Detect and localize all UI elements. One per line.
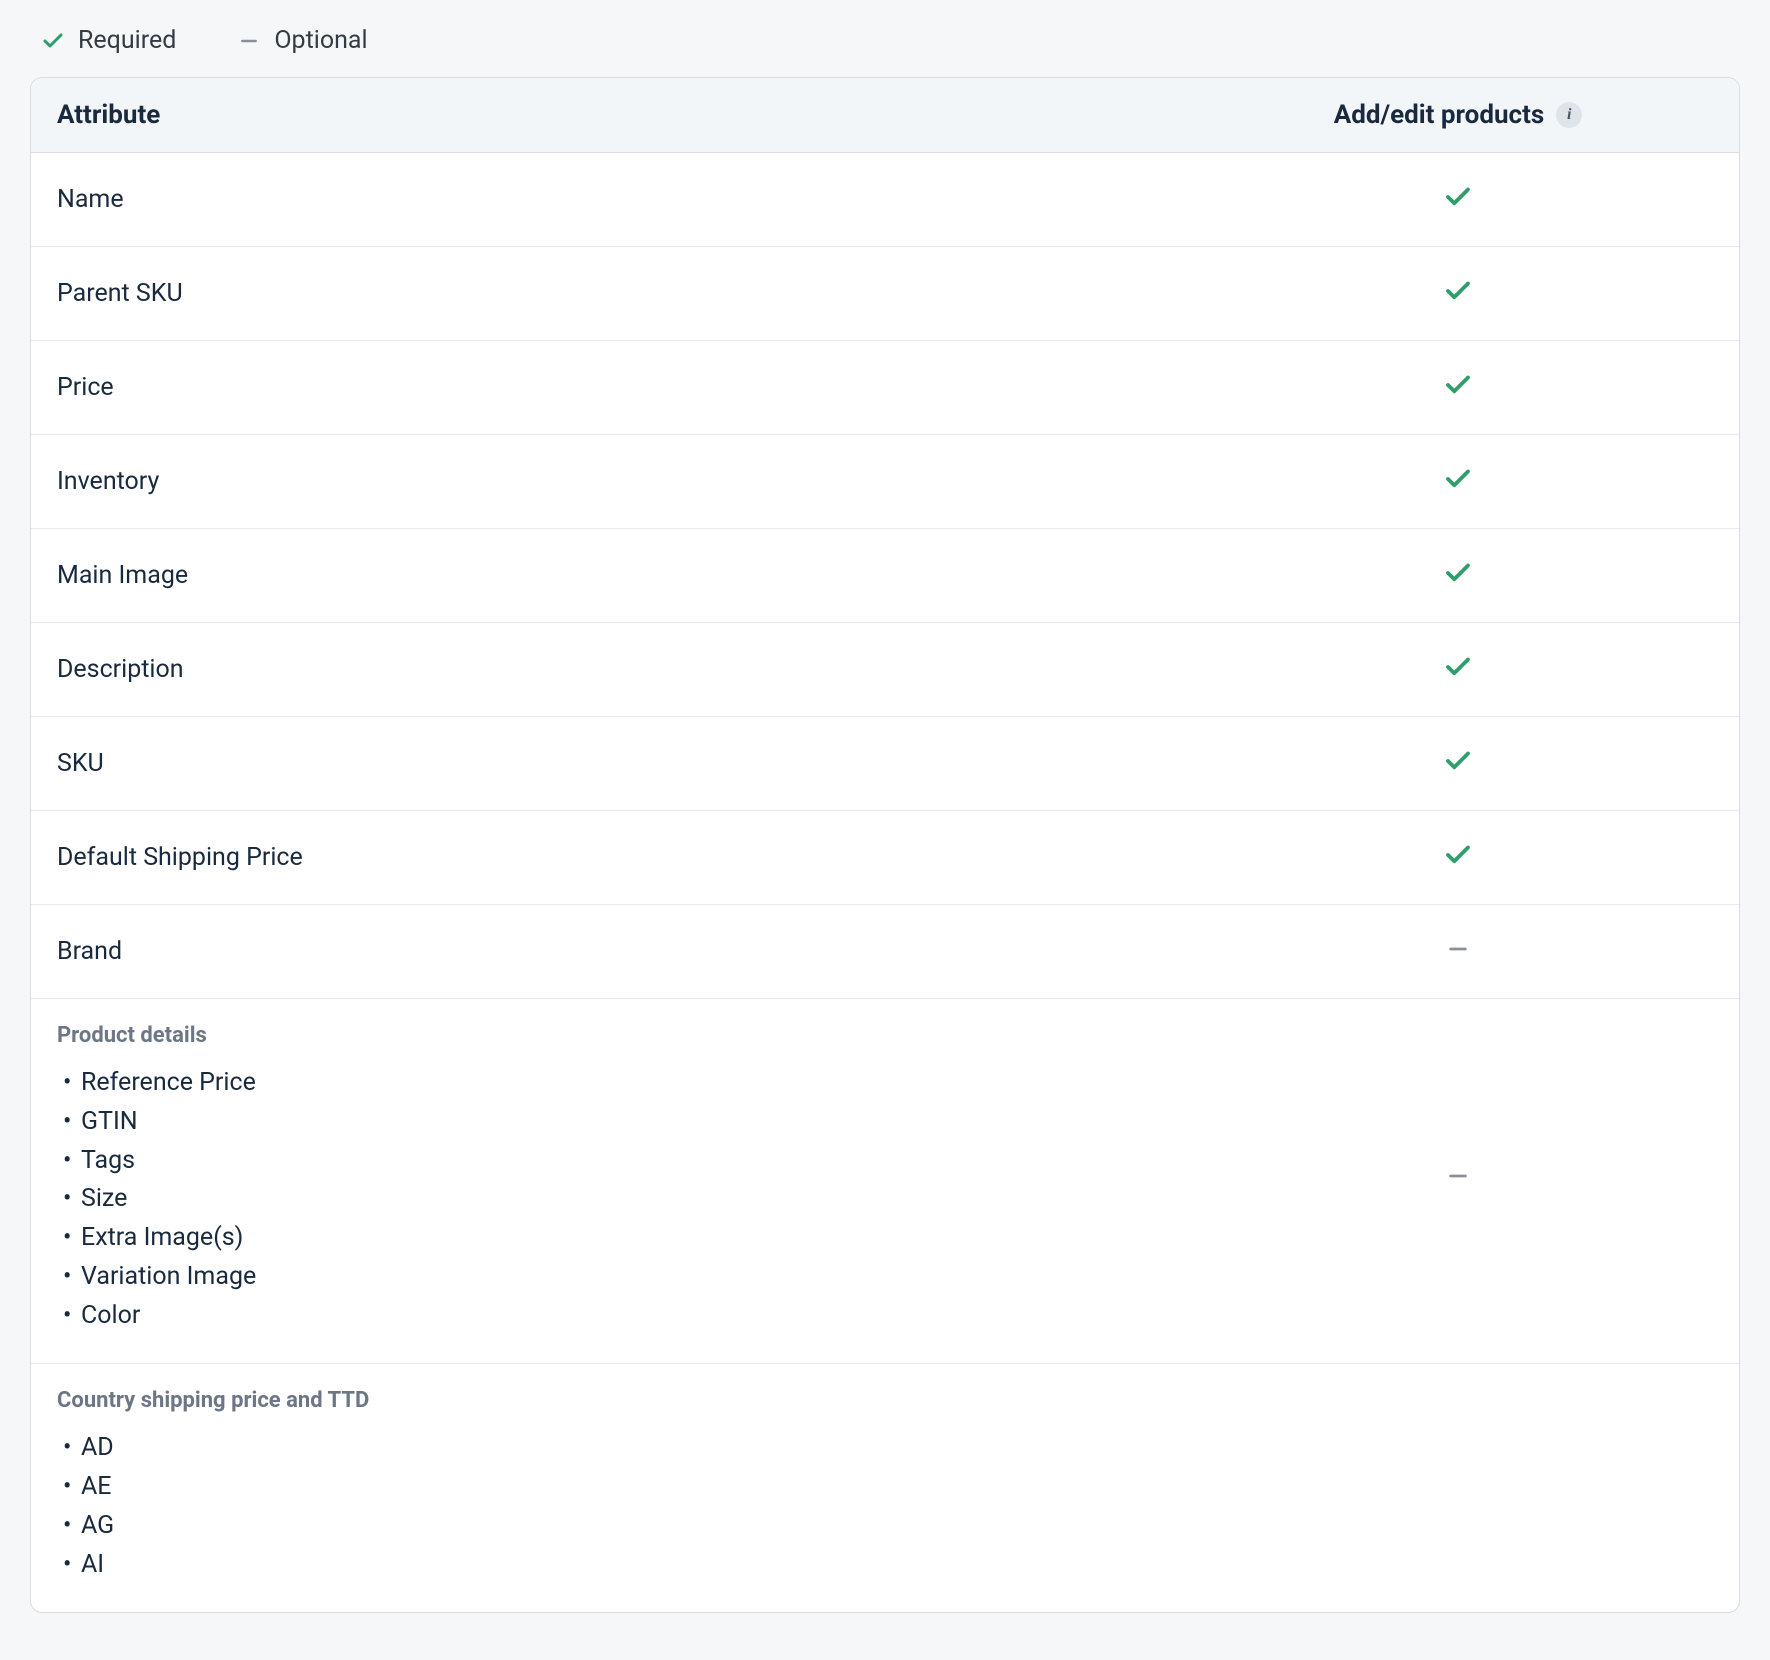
status-cell: [1203, 370, 1713, 406]
status-cell: [1203, 746, 1713, 782]
attribute-label: Parent SKU: [57, 279, 1203, 308]
check-icon: [1443, 464, 1473, 500]
legend-required: Required: [40, 26, 176, 55]
table-row: Price: [31, 341, 1739, 435]
list-item: Variation Image: [63, 1258, 1203, 1297]
header-status: Add/edit products i: [1203, 100, 1713, 130]
legend-optional: Optional: [236, 26, 367, 55]
list-item: AI: [63, 1546, 1203, 1585]
table-row: Description: [31, 623, 1739, 717]
attribute-table: Attribute Add/edit products i Name Parent…: [30, 77, 1740, 1613]
status-cell: [1203, 558, 1713, 594]
list-item: Reference Price: [63, 1064, 1203, 1103]
table-row: Parent SKU: [31, 247, 1739, 341]
status-cell: [1203, 1165, 1713, 1193]
status-cell: [1203, 464, 1713, 500]
list-item: Tags: [63, 1142, 1203, 1181]
table-row: Name: [31, 153, 1739, 247]
list-item: AE: [63, 1468, 1203, 1507]
check-icon: [1443, 840, 1473, 876]
list-item: AG: [63, 1507, 1203, 1546]
status-cell: [1203, 276, 1713, 312]
legend: Required Optional: [30, 20, 1740, 77]
section-list: Reference PriceGTINTagsSizeExtra Image(s…: [57, 1064, 1203, 1335]
attribute-label: Inventory: [57, 467, 1203, 496]
check-icon: [1443, 746, 1473, 782]
check-icon: [1443, 652, 1473, 688]
table-row: Brand: [31, 905, 1739, 999]
dash-icon: [236, 28, 262, 54]
status-cell: [1203, 182, 1713, 218]
attribute-label: Price: [57, 373, 1203, 402]
list-item: Color: [63, 1297, 1203, 1336]
attribute-label: Main Image: [57, 561, 1203, 590]
check-icon: [40, 28, 66, 54]
table-row: Inventory: [31, 435, 1739, 529]
table-row: Default Shipping Price: [31, 811, 1739, 905]
attribute-label: Description: [57, 655, 1203, 684]
section-title: Country shipping price and TTD: [57, 1388, 1203, 1413]
status-cell: [1203, 938, 1713, 966]
dash-icon: [1447, 1165, 1469, 1193]
attribute-label: Brand: [57, 937, 1203, 966]
dash-icon: [1447, 938, 1469, 966]
header-attribute: Attribute: [57, 100, 1203, 130]
table-row: SKU: [31, 717, 1739, 811]
section-title: Product details: [57, 1023, 1203, 1048]
table-header: Attribute Add/edit products i: [31, 78, 1739, 153]
check-icon: [1443, 558, 1473, 594]
table-section: Product details Reference PriceGTINTagsSi…: [31, 999, 1739, 1364]
check-icon: [1443, 370, 1473, 406]
attribute-label: Name: [57, 185, 1203, 214]
list-item: Extra Image(s): [63, 1219, 1203, 1258]
legend-required-label: Required: [78, 26, 176, 55]
table-section: Country shipping price and TTD ADAEAGAI: [31, 1364, 1739, 1612]
table-row: Main Image: [31, 529, 1739, 623]
info-icon[interactable]: i: [1556, 102, 1582, 128]
list-item: AD: [63, 1429, 1203, 1468]
check-icon: [1443, 182, 1473, 218]
check-icon: [1443, 276, 1473, 312]
attribute-label: SKU: [57, 749, 1203, 778]
list-item: Size: [63, 1180, 1203, 1219]
list-item: GTIN: [63, 1103, 1203, 1142]
legend-optional-label: Optional: [274, 26, 367, 55]
attribute-label: Default Shipping Price: [57, 843, 1203, 872]
status-cell: [1203, 652, 1713, 688]
header-status-label: Add/edit products: [1334, 100, 1545, 130]
status-cell: [1203, 840, 1713, 876]
section-list: ADAEAGAI: [57, 1429, 1203, 1584]
